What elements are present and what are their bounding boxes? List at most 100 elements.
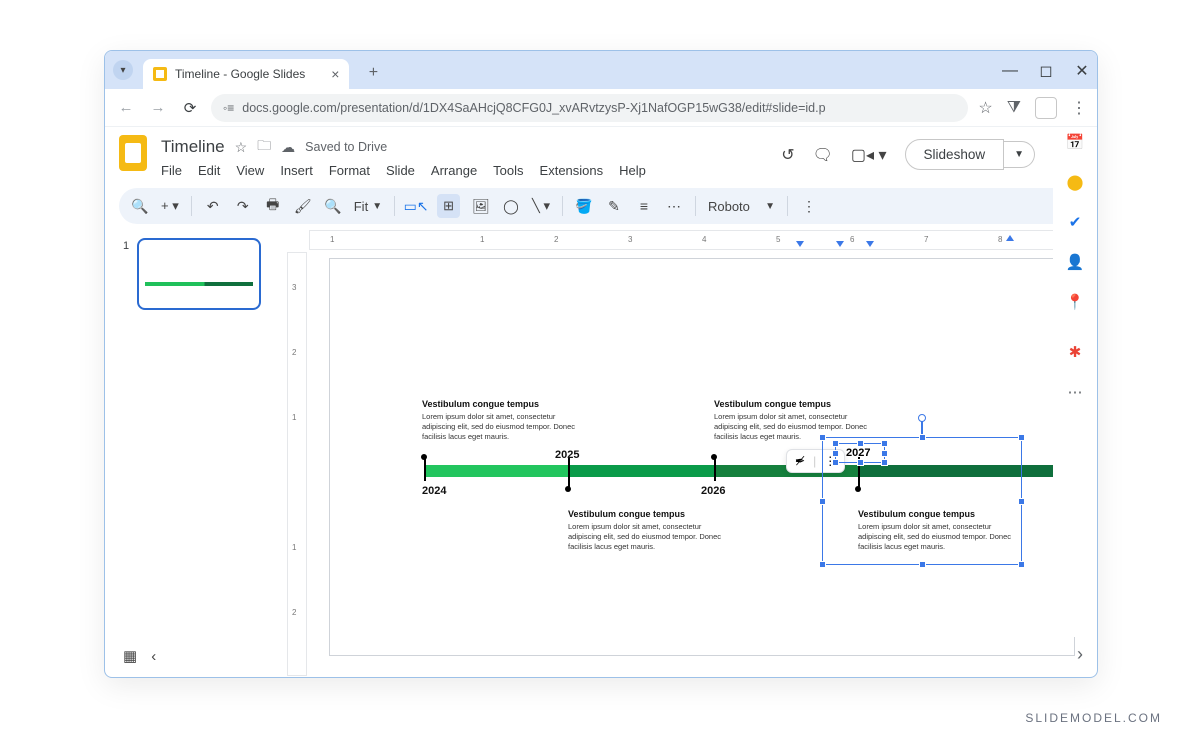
menu-arrange[interactable]: Arrange	[431, 163, 477, 178]
block3-body[interactable]: Lorem ipsum dolor sit amet, consectetur …	[568, 522, 728, 552]
filmstrip-collapse-button[interactable]: ‹	[151, 648, 156, 665]
fill-color-button[interactable]: 🪣	[575, 198, 593, 215]
star-document-button[interactable]: ☆	[235, 139, 248, 156]
slide-canvas-wrap[interactable]: 2024 2025 2026 Vestibulum congue tempus …	[311, 254, 1093, 674]
vertical-ruler: 3 2 1 1 2	[287, 252, 307, 676]
nav-reload-button[interactable]: ⟳	[179, 99, 201, 117]
workspace: 1 1 1 2 3 4 5 6 7 8	[105, 230, 1097, 678]
more-addons-icon[interactable]: ⋯	[1066, 383, 1084, 401]
marker-2024[interactable]	[421, 454, 427, 460]
redo-button[interactable]: ↷	[234, 198, 252, 215]
border-color-button[interactable]: ✎	[605, 198, 623, 215]
addon-icon[interactable]: ✱	[1066, 343, 1084, 361]
bookmark-star-icon[interactable]: ☆	[978, 98, 992, 118]
browser-menu-button[interactable]: ⋮	[1071, 98, 1087, 118]
side-panel-toggle[interactable]: ›	[1077, 644, 1083, 665]
toolbar: 🔍 + ▾ ↶ ↷ 🖶 🖌 🔍 Fit ▼ ▭↖ ⊞ 🖼 ◯ ╲ ▾ 🪣 ✎ ≡…	[119, 188, 1083, 224]
marker-2026[interactable]	[711, 454, 717, 460]
menu-file[interactable]: File	[161, 163, 182, 178]
year-2024[interactable]: 2024	[422, 485, 446, 497]
watermark: SLIDEMODEL.COM	[1025, 711, 1162, 725]
undo-button[interactable]: ↶	[204, 198, 222, 215]
grid-view-button[interactable]: ▦	[123, 647, 137, 665]
menu-format[interactable]: Format	[329, 163, 370, 178]
tick-2025[interactable]	[568, 457, 570, 489]
menu-edit[interactable]: Edit	[198, 163, 220, 178]
nav-back-button[interactable]: ←	[115, 99, 137, 116]
block1-title[interactable]: Vestibulum congue tempus	[422, 399, 539, 409]
window-close-button[interactable]: ✕	[1075, 64, 1089, 78]
horizontal-ruler: 1 1 2 3 4 5 6 7 8	[309, 230, 1095, 250]
window-maximize-button[interactable]: ◻	[1039, 64, 1053, 78]
menu-tools[interactable]: Tools	[493, 163, 523, 178]
tasks-addon-icon[interactable]: ✔	[1066, 213, 1084, 231]
block2-title[interactable]: Vestibulum congue tempus	[714, 399, 831, 409]
side-panel: 📅 ⬤ ✔ 👤 📍 ✱ ⋯	[1053, 127, 1097, 637]
tab-search-button[interactable]: ▾	[113, 60, 133, 80]
document-header: Timeline ☆ 🗀 ☁ Saved to Drive File Edit …	[105, 127, 1097, 178]
calendar-addon-icon[interactable]: 📅	[1066, 133, 1084, 151]
print-button[interactable]: 🖶	[264, 194, 282, 218]
saved-status: Saved to Drive	[305, 140, 387, 154]
slides-logo-icon[interactable]	[119, 135, 149, 173]
site-info-icon[interactable]: ◦≡	[223, 101, 234, 115]
year-2026[interactable]: 2026	[701, 485, 725, 497]
profile-button[interactable]	[1035, 97, 1057, 119]
cloud-saved-icon: ☁	[281, 139, 295, 156]
tick-2024[interactable]	[424, 457, 426, 481]
marker-2025[interactable]	[565, 486, 571, 492]
browser-window: ▾ Timeline - Google Slides × + — ◻ ✕ ← →…	[104, 50, 1098, 678]
menu-help[interactable]: Help	[619, 163, 646, 178]
close-tab-button[interactable]: ×	[331, 66, 339, 82]
menu-slide[interactable]: Slide	[386, 163, 415, 178]
url-input[interactable]: ◦≡ docs.google.com/presentation/d/1DX4Sa…	[211, 94, 968, 122]
block3-title[interactable]: Vestibulum congue tempus	[568, 509, 685, 519]
browser-tab[interactable]: Timeline - Google Slides ×	[143, 59, 349, 89]
nav-forward-button[interactable]: →	[147, 99, 169, 116]
slide-thumbnail-1[interactable]	[137, 238, 261, 310]
tick-2026[interactable]	[714, 457, 716, 481]
document-title[interactable]: Timeline	[161, 137, 225, 157]
slideshow-dropdown[interactable]: ▼	[1004, 141, 1035, 168]
browser-titlebar: ▾ Timeline - Google Slides × + — ◻ ✕	[105, 51, 1097, 89]
format-painter-icon[interactable]: ✒̸	[795, 454, 805, 468]
more-tools-button[interactable]: ⋮	[800, 198, 818, 215]
zoom-select[interactable]: Fit ▼	[354, 199, 382, 214]
history-button[interactable]: ↺	[781, 145, 794, 165]
border-dash-button[interactable]: ⋯	[665, 198, 683, 215]
move-document-button[interactable]: 🗀	[257, 135, 271, 159]
contacts-addon-icon[interactable]: 👤	[1066, 253, 1084, 271]
url-text: docs.google.com/presentation/d/1DX4SaAHc…	[242, 101, 825, 115]
keep-addon-icon[interactable]: ⬤	[1066, 173, 1084, 191]
search-menus-button[interactable]: 🔍	[131, 198, 149, 215]
font-select[interactable]: Roboto ▼	[708, 199, 775, 214]
menu-extensions[interactable]: Extensions	[540, 163, 604, 178]
maps-addon-icon[interactable]: 📍	[1066, 293, 1084, 311]
menu-insert[interactable]: Insert	[280, 163, 313, 178]
select-tool-button[interactable]: ▭↖	[407, 198, 425, 215]
zoom-tool-button[interactable]: 🔍	[324, 198, 342, 215]
paint-format-button[interactable]: 🖌	[294, 198, 312, 215]
menu-view[interactable]: View	[236, 163, 264, 178]
meet-button[interactable]: ▢◂ ▾	[851, 145, 887, 165]
textbox-tool-button[interactable]: ⊞	[437, 194, 460, 218]
year-2025[interactable]: 2025	[555, 449, 579, 461]
comments-button[interactable]: 🗨	[813, 145, 833, 165]
new-slide-button[interactable]: + ▾	[161, 198, 179, 214]
menu-bar: File Edit View Insert Format Slide Arran…	[161, 163, 769, 178]
view-controls: ▦ ‹	[123, 647, 156, 665]
slideshow-button[interactable]: Slideshow	[905, 139, 1005, 170]
selection-bounding-box[interactable]	[822, 437, 1022, 565]
shape-tool-button[interactable]: ◯	[502, 198, 520, 215]
block1-body[interactable]: Lorem ipsum dolor sit amet, consectetur …	[422, 412, 582, 442]
slide-number: 1	[123, 238, 129, 310]
extensions-icon[interactable]: ⧩	[1007, 99, 1021, 117]
image-tool-button[interactable]: 🖼	[472, 198, 490, 215]
line-tool-button[interactable]: ╲ ▾	[532, 198, 550, 214]
browser-address-bar: ← → ⟳ ◦≡ docs.google.com/presentation/d/…	[105, 89, 1097, 127]
new-tab-button[interactable]: +	[361, 61, 385, 85]
slide-canvas[interactable]: 2024 2025 2026 Vestibulum congue tempus …	[329, 258, 1075, 656]
rotation-handle[interactable]	[918, 414, 926, 422]
border-weight-button[interactable]: ≡	[635, 198, 653, 214]
window-minimize-button[interactable]: —	[1003, 64, 1017, 78]
